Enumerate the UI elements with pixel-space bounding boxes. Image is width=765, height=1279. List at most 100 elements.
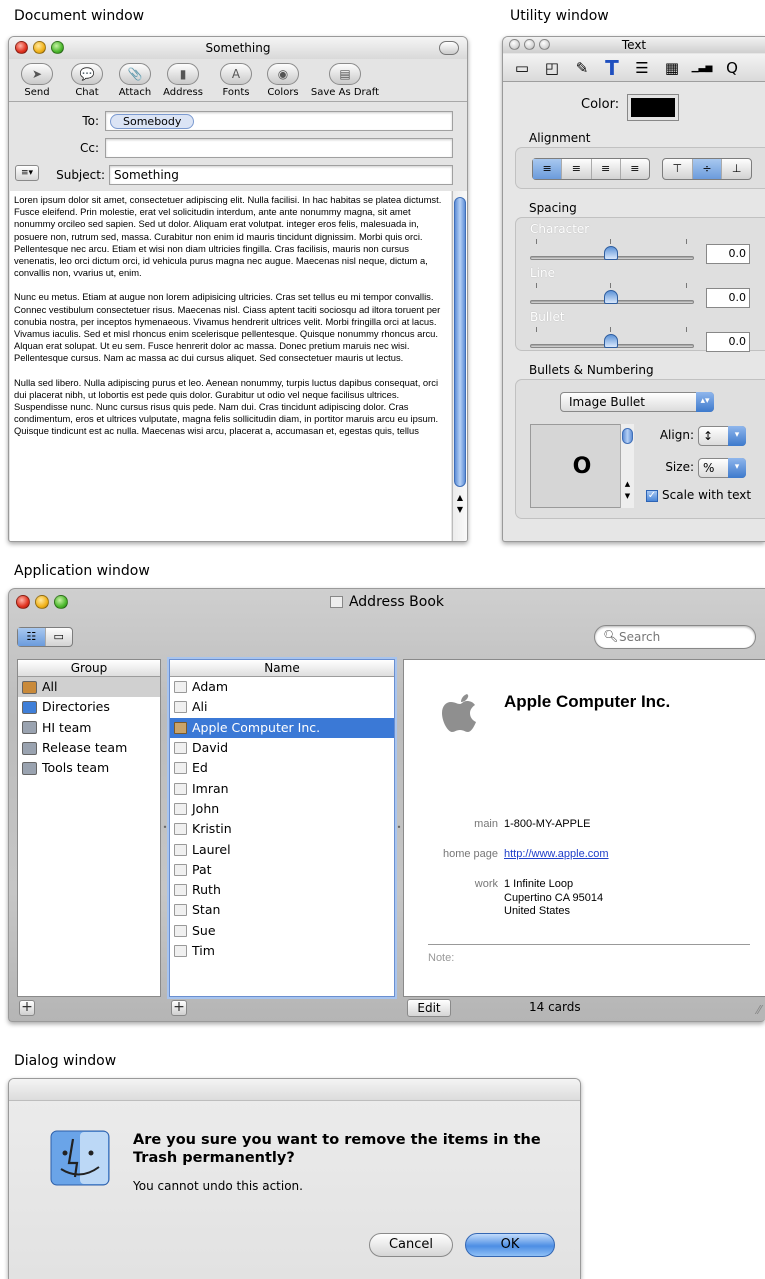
save-as-draft-button[interactable]: ▤ Save As Draft xyxy=(309,63,381,98)
contact-row[interactable]: Adam xyxy=(170,677,394,697)
address-button[interactable]: ▮ Address xyxy=(161,63,205,98)
bullet-size-popup[interactable]: % ▾ xyxy=(698,458,746,478)
scale-with-text-checkbox[interactable]: ✓ xyxy=(646,490,658,502)
character-spacing-field[interactable]: 0.0 xyxy=(706,244,750,264)
align-left-button[interactable]: ≡ xyxy=(533,159,563,179)
contact-row[interactable]: Laurel xyxy=(170,839,394,859)
chart-icon[interactable]: ▁▃▅ xyxy=(689,56,715,80)
toolbar-label: Address xyxy=(163,87,203,98)
attach-button[interactable]: 📎 Attach xyxy=(113,63,157,98)
inspector-close-button[interactable] xyxy=(509,39,520,50)
group-row[interactable]: Tools team xyxy=(18,758,160,778)
close-button[interactable] xyxy=(15,41,28,54)
line-slider-knob[interactable] xyxy=(604,290,618,304)
group-row[interactable]: All xyxy=(18,677,160,698)
contact-row[interactable]: Imran xyxy=(170,778,394,798)
homepage-link[interactable]: http://www.apple.com xyxy=(504,848,609,860)
contact-row[interactable]: Tim xyxy=(170,941,394,961)
column-resize-handle[interactable]: • xyxy=(395,659,403,997)
bullet-align-popup[interactable]: ↕ ▾ xyxy=(698,426,746,446)
text-icon[interactable]: T xyxy=(599,56,625,80)
note-label[interactable]: Note: xyxy=(428,952,454,964)
cc-field[interactable] xyxy=(105,138,453,158)
ok-button[interactable]: OK xyxy=(465,1233,555,1257)
bullet-preview-scrollbar[interactable]: ▲ ▼ xyxy=(620,424,634,508)
edit-button[interactable]: Edit xyxy=(407,999,451,1017)
work-address-value[interactable]: 1 Infinite Loop Cupertino CA 95014 Unite… xyxy=(504,878,603,919)
send-button[interactable]: ➤ Send xyxy=(15,63,59,98)
toolbar-toggle-button[interactable] xyxy=(439,41,459,55)
vertical-alignment-control[interactable]: ⊤ ÷ ⊥ xyxy=(662,158,752,180)
group-column-header[interactable]: Group xyxy=(18,660,160,677)
color-well[interactable] xyxy=(627,94,679,121)
recipient-token[interactable]: Somebody xyxy=(110,114,195,129)
align-right-button[interactable]: ≡ xyxy=(592,159,621,179)
horizontal-alignment-control[interactable]: ≡ ≡ ≡ ≡ xyxy=(532,158,650,180)
application-window-heading: Application window xyxy=(14,563,150,579)
zoom-button[interactable] xyxy=(51,41,64,54)
contact-row[interactable]: Ed xyxy=(170,758,394,778)
shapes-icon[interactable]: ◰ xyxy=(539,56,565,80)
bullet-spacing-field[interactable]: 0.0 xyxy=(706,332,750,352)
message-body[interactable]: Loren ipsum dolor sit amet, consectetuer… xyxy=(10,191,451,541)
contact-row[interactable]: David xyxy=(170,738,394,758)
subject-field[interactable]: Something xyxy=(109,165,453,185)
group-row[interactable]: Release team xyxy=(18,738,160,758)
bullet-scroll-thumb[interactable] xyxy=(622,428,633,444)
pencil-icon[interactable]: ✎ xyxy=(569,56,595,80)
card-count: 14 cards xyxy=(529,1000,581,1014)
align-top-button[interactable]: ⊤ xyxy=(663,159,693,179)
contact-row[interactable]: Stan xyxy=(170,900,394,920)
header-options-menu[interactable]: ≡▾ xyxy=(15,165,39,181)
contact-row[interactable]: Pat xyxy=(170,860,394,880)
search-icon[interactable]: Q xyxy=(719,56,745,80)
table-icon[interactable]: ▦ xyxy=(659,56,685,80)
scrollbar-thumb[interactable] xyxy=(454,197,466,487)
resize-grip-icon[interactable]: ⁄⁄ xyxy=(757,1003,761,1017)
cancel-button[interactable]: Cancel xyxy=(369,1233,453,1257)
character-slider-knob[interactable] xyxy=(604,246,618,260)
list-icon[interactable]: ☰ xyxy=(629,56,655,80)
contact-row[interactable]: Kristin xyxy=(170,819,394,839)
scroll-up-arrow[interactable]: ▲ xyxy=(453,493,467,505)
search-field[interactable]: 🔍︎ Search xyxy=(594,625,756,649)
bullet-scroll-up[interactable]: ▲ xyxy=(621,480,634,488)
bullet-type-popup[interactable]: Image Bullet ▴▾ xyxy=(560,392,714,412)
group-row[interactable]: HI team xyxy=(18,718,160,738)
contact-row[interactable]: John xyxy=(170,799,394,819)
inspector-minimize-button[interactable] xyxy=(524,39,535,50)
scroll-down-arrow[interactable]: ▼ xyxy=(453,505,467,517)
contact-row[interactable]: Apple Computer Inc. xyxy=(170,717,394,738)
card-view-icon[interactable]: ▭ xyxy=(46,628,73,646)
align-center-button[interactable]: ≡ xyxy=(562,159,592,179)
align-middle-button[interactable]: ÷ xyxy=(692,159,723,179)
inspector-zoom-button[interactable] xyxy=(539,39,550,50)
bullet-scroll-down[interactable]: ▼ xyxy=(621,492,634,500)
ab-minimize-button[interactable] xyxy=(35,595,49,609)
contact-row[interactable]: Sue xyxy=(170,921,394,941)
column-resize-handle[interactable]: • xyxy=(161,659,169,997)
contact-row[interactable]: Ali xyxy=(170,697,394,717)
box-icon[interactable]: ▭ xyxy=(509,56,535,80)
colors-button[interactable]: ◉ Colors xyxy=(261,63,305,98)
align-bottom-button[interactable]: ⊥ xyxy=(722,159,751,179)
justify-button[interactable]: ≡ xyxy=(621,159,649,179)
main-phone-value[interactable]: 1-800-MY-APPLE xyxy=(504,818,590,830)
name-column-header[interactable]: Name xyxy=(170,660,394,677)
ab-close-button[interactable] xyxy=(16,595,30,609)
contact-row[interactable]: Ruth xyxy=(170,880,394,900)
to-field[interactable]: Somebody xyxy=(105,111,453,131)
group-row[interactable]: Directories xyxy=(18,697,160,717)
fonts-button[interactable]: A Fonts xyxy=(214,63,258,98)
columns-view-icon[interactable]: ☷ xyxy=(18,628,46,646)
chat-button[interactable]: 💬 Chat xyxy=(65,63,109,98)
view-mode-control[interactable]: ☷ ▭ xyxy=(17,627,73,647)
bullet-slider-knob[interactable] xyxy=(604,334,618,348)
minimize-button[interactable] xyxy=(33,41,46,54)
ab-zoom-button[interactable] xyxy=(54,595,68,609)
dialog-detail-text: You cannot undo this action. xyxy=(133,1179,303,1193)
add-person-button[interactable]: + xyxy=(171,1000,187,1016)
line-spacing-field[interactable]: 0.0 xyxy=(706,288,750,308)
add-group-button[interactable]: + xyxy=(19,1000,35,1016)
body-scrollbar[interactable]: ▲ ▼ xyxy=(452,191,467,541)
